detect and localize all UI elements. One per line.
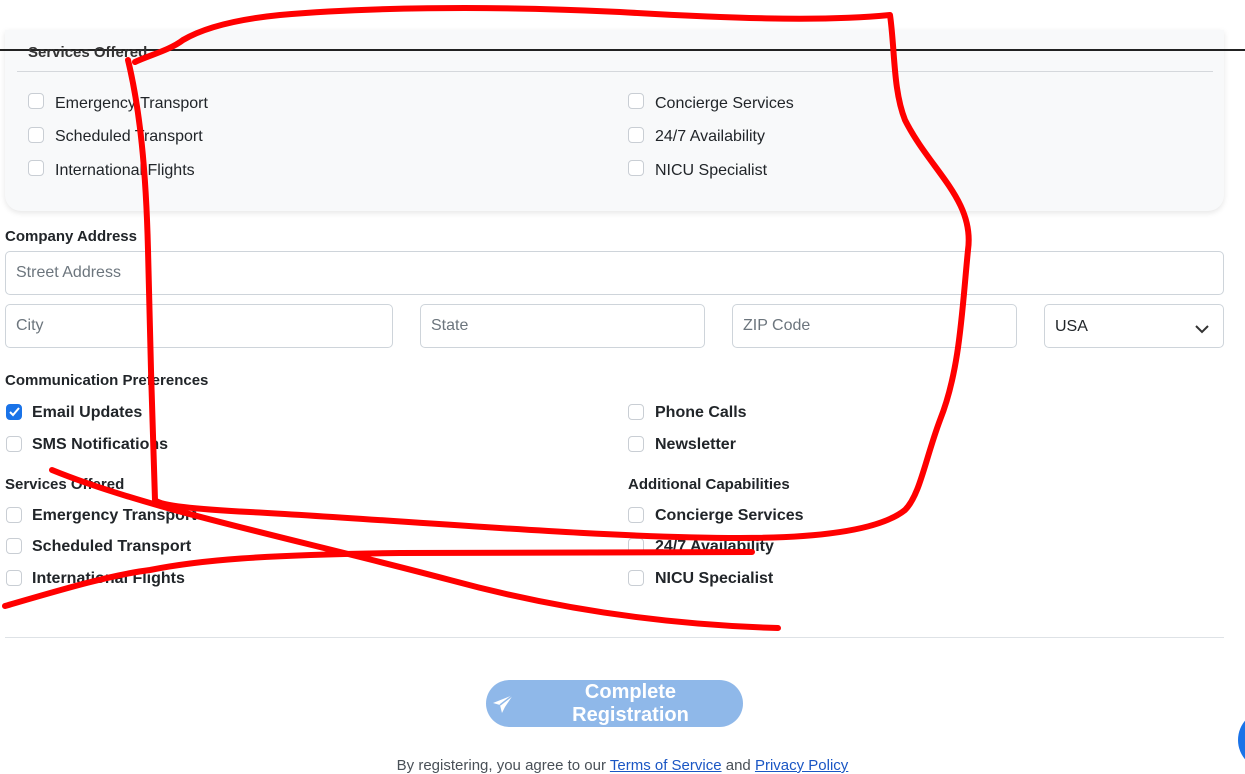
newsletter-label: Newsletter <box>655 436 736 453</box>
card-checkbox-concierge-services[interactable] <box>628 93 644 109</box>
terms-of-service-link[interactable]: Terms of Service <box>610 757 722 774</box>
sms-notifications-checkbox[interactable] <box>6 436 22 452</box>
email-updates-label: Email Updates <box>32 404 143 421</box>
company-address-label: Company Address <box>5 228 137 245</box>
card-checkbox-emergency-transport[interactable] <box>28 93 44 109</box>
service-checkbox-scheduled-transport[interactable] <box>6 538 22 554</box>
capability-checkbox-concierge-services[interactable] <box>628 507 644 523</box>
terms-notice-prefix: By registering, you agree to our <box>396 757 606 774</box>
card-checkbox-nicu-specialist[interactable] <box>628 160 644 176</box>
services-card <box>5 30 1224 211</box>
card-label-emergency-transport: Emergency Transport <box>55 95 208 112</box>
state-input[interactable] <box>420 304 705 348</box>
card-label-international-flights: International Flights <box>55 162 195 179</box>
phone-calls-label: Phone Calls <box>655 404 747 421</box>
capability-checkbox-24-7-availability[interactable] <box>628 538 644 554</box>
card-checkbox-international-flights[interactable] <box>28 160 44 176</box>
sms-notifications-label: SMS Notifications <box>32 436 169 453</box>
privacy-policy-link[interactable]: Privacy Policy <box>755 757 848 774</box>
service-checkbox-international-flights[interactable] <box>6 570 22 586</box>
capability-label-concierge-services: Concierge Services <box>655 507 804 524</box>
terms-notice-and: and <box>725 757 751 774</box>
services-card-title: Services Offered <box>28 44 148 61</box>
service-label-emergency-transport: Emergency Transport <box>32 507 197 524</box>
service-label-international-flights: International Flights <box>32 570 185 587</box>
additional-capabilities-label: Additional Capabilities <box>628 476 790 493</box>
card-label-nicu-specialist: NICU Specialist <box>655 162 768 179</box>
communication-preferences-label: Communication Preferences <box>5 372 209 389</box>
services-offered-label: Services Offered <box>5 476 125 493</box>
service-label-scheduled-transport: Scheduled Transport <box>32 538 192 555</box>
card-label-concierge-services: Concierge Services <box>655 95 794 112</box>
complete-registration-button[interactable]: Complete Registration <box>486 680 743 727</box>
capability-checkbox-nicu-specialist[interactable] <box>628 570 644 586</box>
capability-label-nicu-specialist: NICU Specialist <box>655 570 774 587</box>
complete-registration-label: Complete Registration <box>572 680 689 726</box>
services-card-divider <box>17 71 1213 72</box>
city-input[interactable] <box>5 304 393 348</box>
country-select-value: USA <box>1055 318 1088 335</box>
chevron-down-icon <box>1195 321 1209 339</box>
country-select[interactable]: USA <box>1044 304 1224 348</box>
zip-code-input[interactable] <box>732 304 1017 348</box>
form-divider <box>5 637 1224 638</box>
email-updates-checkbox[interactable] <box>6 404 22 420</box>
service-checkbox-emergency-transport[interactable] <box>6 507 22 523</box>
terms-notice: By registering, you agree to our Terms o… <box>0 757 1245 774</box>
card-label-scheduled-transport: Scheduled Transport <box>55 128 203 145</box>
phone-calls-checkbox[interactable] <box>628 404 644 420</box>
newsletter-checkbox[interactable] <box>628 436 644 452</box>
header-border <box>0 49 1245 51</box>
capability-label-24-7-availability: 24/7 Availability <box>655 538 774 555</box>
card-checkbox-24-7-availability[interactable] <box>628 127 644 143</box>
street-address-input[interactable] <box>5 251 1224 295</box>
card-label-24-7-availability: 24/7 Availability <box>655 128 765 145</box>
card-checkbox-scheduled-transport[interactable] <box>28 127 44 143</box>
paper-plane-icon <box>492 693 514 713</box>
check-icon <box>9 407 20 417</box>
